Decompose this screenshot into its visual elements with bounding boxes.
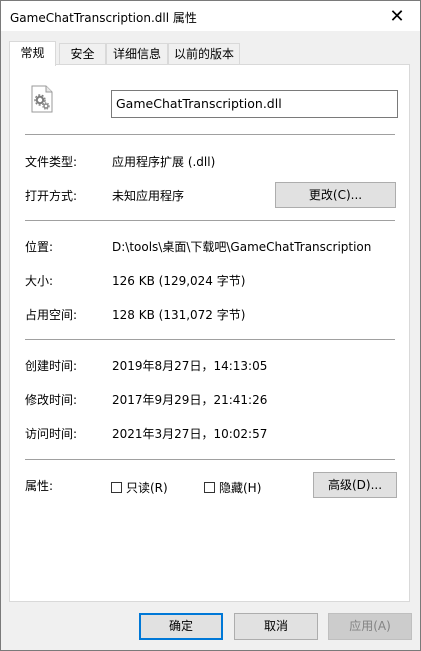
modified-value: 2017年9月29日，21:41:26 [112,393,268,407]
separator [25,134,395,135]
advanced-button[interactable]: 高级(D)... [313,472,397,498]
separator [25,459,395,460]
tab-previous-versions[interactable]: 以前的版本 [168,43,240,64]
file-type-label: 文件类型: [25,155,78,169]
tab-details[interactable]: 详细信息 [106,43,168,64]
properties-dialog: GameChatTranscription.dll 属性 ✕ 常规 安全 详细信… [0,0,421,651]
tab-general[interactable]: 常规 [9,41,56,66]
open-with-value: 未知应用程序 [112,189,185,203]
title-bar[interactable]: GameChatTranscription.dll 属性 ✕ [1,1,420,31]
modified-label: 修改时间: [25,393,78,407]
dll-gear-file-icon [31,85,53,113]
separator [25,339,395,340]
hidden-checkbox-box[interactable] [204,482,215,493]
accessed-label: 访问时间: [25,427,78,441]
change-button[interactable]: 更改(C)... [275,182,396,208]
filename-field[interactable]: GameChatTranscription.dll [111,90,398,118]
separator [25,220,395,221]
window-title: GameChatTranscription.dll 属性 [10,11,197,25]
hidden-label: 隐藏(H) [219,481,262,495]
file-type-value: 应用程序扩展 (.dll) [112,155,216,169]
general-panel: GameChatTranscription.dll 文件类型: 应用程序扩展 (… [9,64,410,602]
size-on-disk-label: 占用空间: [25,308,78,322]
readonly-label: 只读(R) [126,481,168,495]
cancel-button[interactable]: 取消 [234,613,318,640]
ok-button[interactable]: 确定 [139,613,223,640]
hidden-checkbox[interactable]: 隐藏(H) [204,479,261,496]
created-value: 2019年8月27日，14:13:05 [112,359,268,373]
created-label: 创建时间: [25,359,78,373]
readonly-checkbox-box[interactable] [111,482,122,493]
location-label: 位置: [25,240,54,254]
close-button[interactable]: ✕ [374,1,420,31]
apply-button[interactable]: 应用(A) [328,613,412,640]
size-value: 126 KB (129,024 字节) [112,274,246,288]
size-on-disk-value: 128 KB (131,072 字节) [112,308,246,322]
attributes-label: 属性: [25,479,54,493]
accessed-value: 2021年3月27日，10:02:57 [112,427,268,441]
location-value: D:\tools\桌面\下载吧\GameChatTranscription [112,240,372,254]
size-label: 大小: [25,274,54,288]
readonly-checkbox[interactable]: 只读(R) [111,479,168,496]
tab-security[interactable]: 安全 [59,43,106,64]
close-icon: ✕ [389,5,405,27]
open-with-label: 打开方式: [25,189,78,203]
